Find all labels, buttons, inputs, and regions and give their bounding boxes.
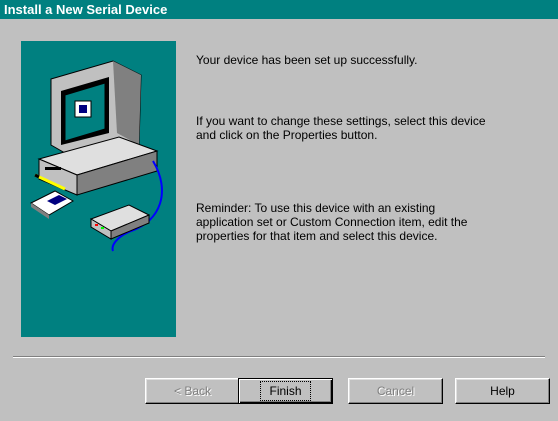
instructions-line-1: If you want to change these settings, se… xyxy=(196,114,486,128)
reminder-line-2: application set or Custom Connection ite… xyxy=(196,215,468,229)
window-title: Install a New Serial Device xyxy=(4,2,168,17)
help-button[interactable]: Help xyxy=(455,378,550,404)
reminder-text: Reminder: To use this device with an exi… xyxy=(196,201,546,243)
properties-instructions: If you want to change these settings, se… xyxy=(196,114,546,142)
computer-modem-illustration xyxy=(30,60,163,252)
wizard-illustration xyxy=(21,41,176,337)
reminder-line-1: Reminder: To use this device with an exi… xyxy=(196,201,436,215)
success-message: Your device has been set up successfully… xyxy=(196,53,546,67)
finish-button-label: Finish xyxy=(260,381,311,401)
reminder-line-3: properties for that item and select this… xyxy=(196,229,438,243)
back-button[interactable]: < Back xyxy=(145,378,240,404)
help-button-label: Help xyxy=(490,384,515,398)
button-separator xyxy=(13,356,545,358)
cancel-button-label: Cancel xyxy=(376,384,415,398)
finish-button[interactable]: Finish xyxy=(238,378,333,404)
title-bar: Install a New Serial Device xyxy=(0,0,558,19)
cancel-button[interactable]: Cancel xyxy=(348,378,443,404)
success-line: Your device has been set up successfully… xyxy=(196,53,418,67)
back-button-label: < Back xyxy=(173,384,212,398)
instructions-line-2: and click on the Properties button. xyxy=(196,128,378,142)
